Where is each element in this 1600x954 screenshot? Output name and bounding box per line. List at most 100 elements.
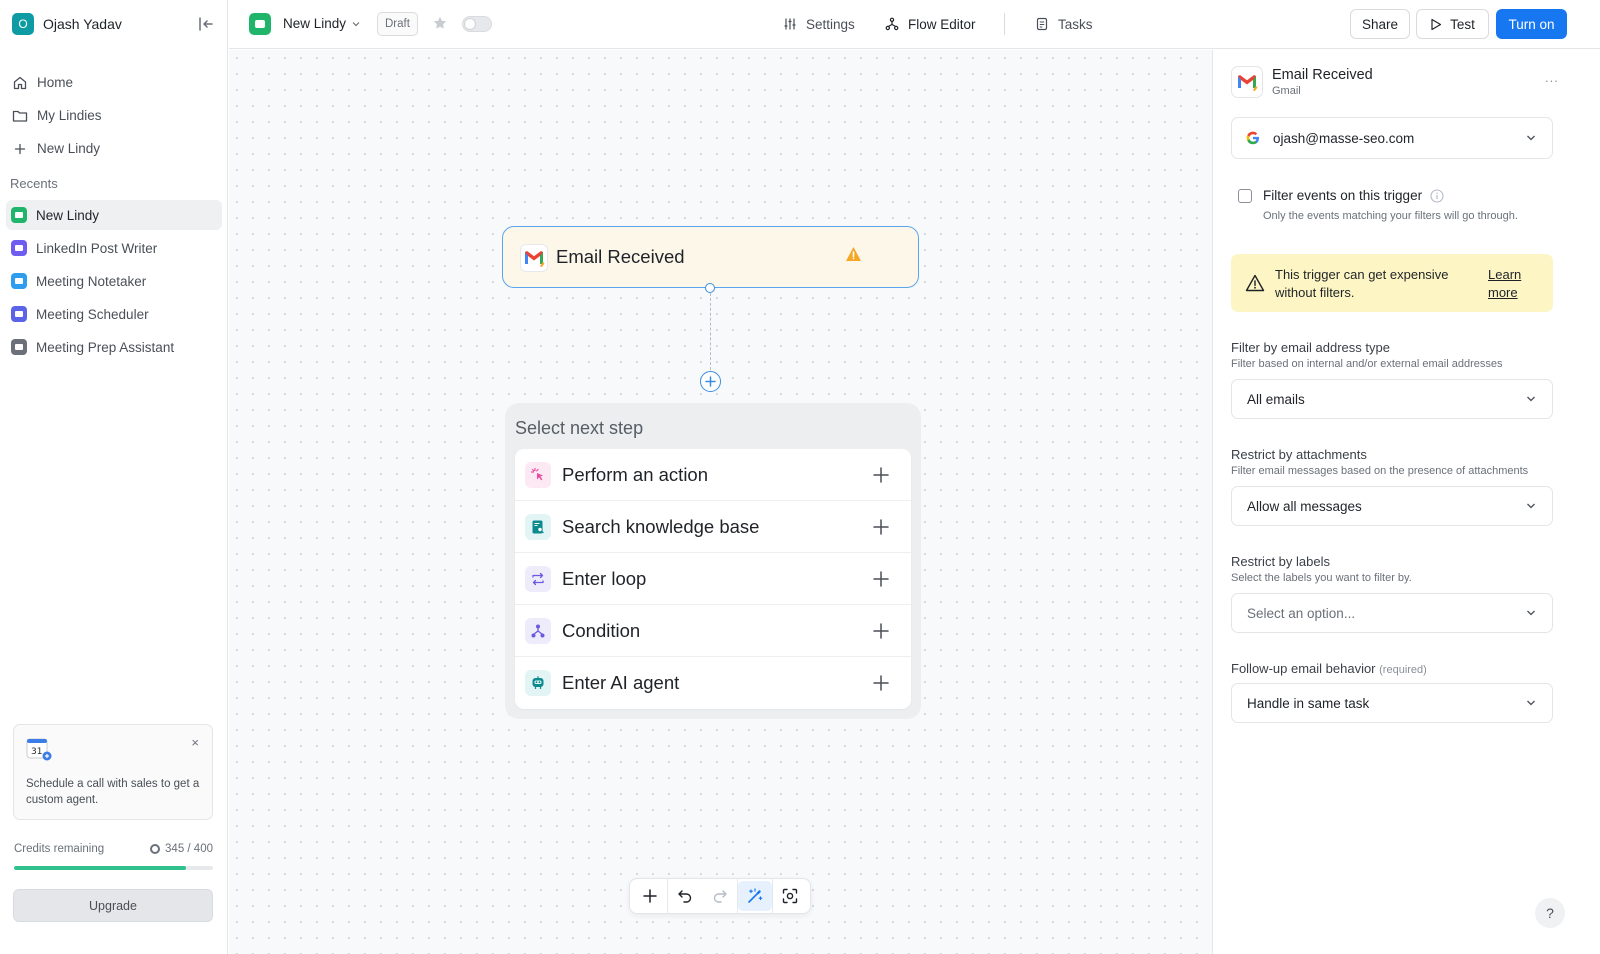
close-icon[interactable]: × (191, 736, 199, 749)
credits-progress-fill (14, 866, 186, 870)
recent-item-label: Meeting Scheduler (36, 306, 149, 322)
panel-title: Email Received (1272, 67, 1373, 83)
step-option-search-knowledge-base[interactable]: Search knowledge base (515, 501, 911, 553)
step-option-label: Enter loop (562, 567, 647, 589)
test-button[interactable]: Test (1416, 9, 1489, 39)
redo-button[interactable] (702, 881, 736, 911)
sliders-icon (784, 18, 796, 30)
tab-label: Tasks (1058, 16, 1093, 32)
email-type-select[interactable]: All emails (1231, 379, 1553, 419)
collapse-sidebar-icon[interactable] (196, 14, 216, 34)
calendar-icon: 31 (26, 738, 52, 761)
select-value: All emails (1247, 391, 1305, 407)
add-node-button[interactable] (633, 881, 667, 911)
step-option-label: Enter AI agent (562, 672, 680, 693)
help-button[interactable]: ? (1535, 898, 1565, 928)
step-option-enter-ai-agent[interactable]: Enter AI agent (515, 657, 911, 709)
filter-events-checkbox[interactable] (1238, 188, 1252, 203)
sidebar-item-new-lindy[interactable]: New Lindy (10, 132, 222, 165)
credits-count: 345 / 400 (165, 843, 213, 855)
recent-item-label: Meeting Notetaker (36, 273, 147, 289)
share-button[interactable]: Share (1350, 9, 1410, 39)
toggle-knob (465, 19, 475, 29)
recent-item-meeting-scheduler[interactable]: Meeting Scheduler (6, 299, 222, 329)
field-help-email-type: Filter based on internal and/or external… (1231, 358, 1503, 370)
account-select[interactable]: ojash@masse-seo.com (1231, 117, 1553, 159)
plus-icon (705, 376, 716, 387)
plus-icon (873, 519, 889, 535)
select-placeholder: Select an option... (1247, 605, 1356, 621)
trigger-settings-panel: Email Received Gmail ... ojash@masse-seo… (1212, 50, 1600, 954)
warning-icon (1245, 274, 1265, 292)
agent-icon (11, 240, 27, 256)
recent-item-new-lindy[interactable]: New Lindy (6, 200, 222, 230)
enable-toggle[interactable] (462, 16, 492, 32)
warning-text: This trigger can get expensive without f… (1275, 267, 1449, 300)
add-step-button[interactable] (700, 371, 721, 392)
step-option-label: Search knowledge base (562, 515, 760, 537)
required-marker: (required) (1379, 664, 1427, 676)
agent-icon (11, 339, 27, 355)
credits-label: Credits remaining (14, 843, 105, 855)
workspace-switcher[interactable]: O Ojash Yadav (12, 12, 216, 36)
credits-progress-bar (14, 866, 213, 870)
condition-icon (525, 617, 551, 644)
home-icon (13, 76, 27, 89)
agent-name-dropdown[interactable]: New Lindy (283, 16, 360, 31)
info-icon[interactable] (1430, 188, 1444, 203)
step-option-condition[interactable]: Condition (515, 605, 911, 657)
follow-up-behavior-select[interactable]: Handle in same task (1231, 683, 1553, 723)
attachments-select[interactable]: Allow all messages (1231, 486, 1553, 526)
connector-line (710, 293, 711, 370)
recents-list: New Lindy LinkedIn Post Writer Meeting N… (6, 200, 222, 365)
step-option-enter-loop[interactable]: Enter loop (515, 553, 911, 605)
agent-icon (11, 306, 27, 322)
auto-layout-button[interactable] (737, 881, 772, 911)
robot-icon (525, 670, 551, 696)
tab-tasks[interactable]: Tasks (1035, 14, 1093, 34)
filter-events-label: Filter events on this trigger (1263, 188, 1423, 203)
turn-on-button[interactable]: Turn on (1496, 9, 1567, 39)
field-label-attachments: Restrict by attachments (1231, 447, 1367, 462)
undo-button[interactable] (668, 881, 702, 911)
knowledge-base-icon (525, 513, 551, 540)
trigger-node-email-received[interactable]: Email Received (502, 226, 919, 288)
recent-item-meeting-prep-assistant[interactable]: Meeting Prep Assistant (6, 332, 222, 362)
select-next-step-title: Select next step (515, 418, 644, 438)
nav-divider (1004, 13, 1005, 35)
sidebar-item-label: Home (37, 75, 74, 90)
learn-more-link[interactable]: Learn more (1488, 266, 1538, 302)
sidebar-nav: Home My Lindies New Lindy (10, 66, 222, 165)
gmail-icon (1231, 66, 1263, 98)
select-value: Handle in same task (1247, 695, 1370, 711)
labels-select[interactable]: Select an option... (1231, 593, 1553, 633)
tab-settings[interactable]: Settings (783, 14, 855, 34)
loop-icon (525, 565, 551, 592)
step-option-perform-action[interactable]: Perform an action (515, 449, 911, 501)
chevron-down-icon (1527, 396, 1535, 402)
field-label-follow-up: Follow-up email behavior (required) (1231, 661, 1427, 676)
chevron-down-icon (352, 21, 360, 26)
tab-flow-editor[interactable]: Flow Editor (885, 14, 976, 34)
step-option-label: Perform an action (562, 463, 709, 485)
fit-view-button[interactable] (773, 881, 807, 911)
fit-view-icon (782, 888, 798, 904)
recent-item-linkedin-post-writer[interactable]: LinkedIn Post Writer (6, 233, 222, 263)
field-label-labels: Restrict by labels (1231, 554, 1330, 569)
tab-label: Flow Editor (908, 16, 976, 32)
output-port[interactable] (705, 283, 715, 293)
star-icon[interactable] (432, 15, 448, 31)
calendar-day: 31 (31, 747, 42, 757)
warning-icon[interactable] (845, 246, 862, 262)
filter-events-row: Filter events on this trigger (1238, 188, 1568, 203)
flow-canvas[interactable]: Email Received Select next step Perform … (229, 50, 1212, 954)
recent-item-meeting-notetaker[interactable]: Meeting Notetaker (6, 266, 222, 296)
step-option-label: Condition (562, 619, 641, 641)
more-options-icon[interactable]: ... (1545, 70, 1559, 85)
plus-icon (873, 623, 889, 639)
sidebar-item-my-lindies[interactable]: My Lindies (10, 99, 222, 132)
chevron-down-icon (1527, 503, 1535, 509)
sidebar-item-home[interactable]: Home (10, 66, 222, 99)
upgrade-button[interactable]: Upgrade (13, 889, 213, 922)
sidebar-item-label: New Lindy (37, 141, 101, 156)
